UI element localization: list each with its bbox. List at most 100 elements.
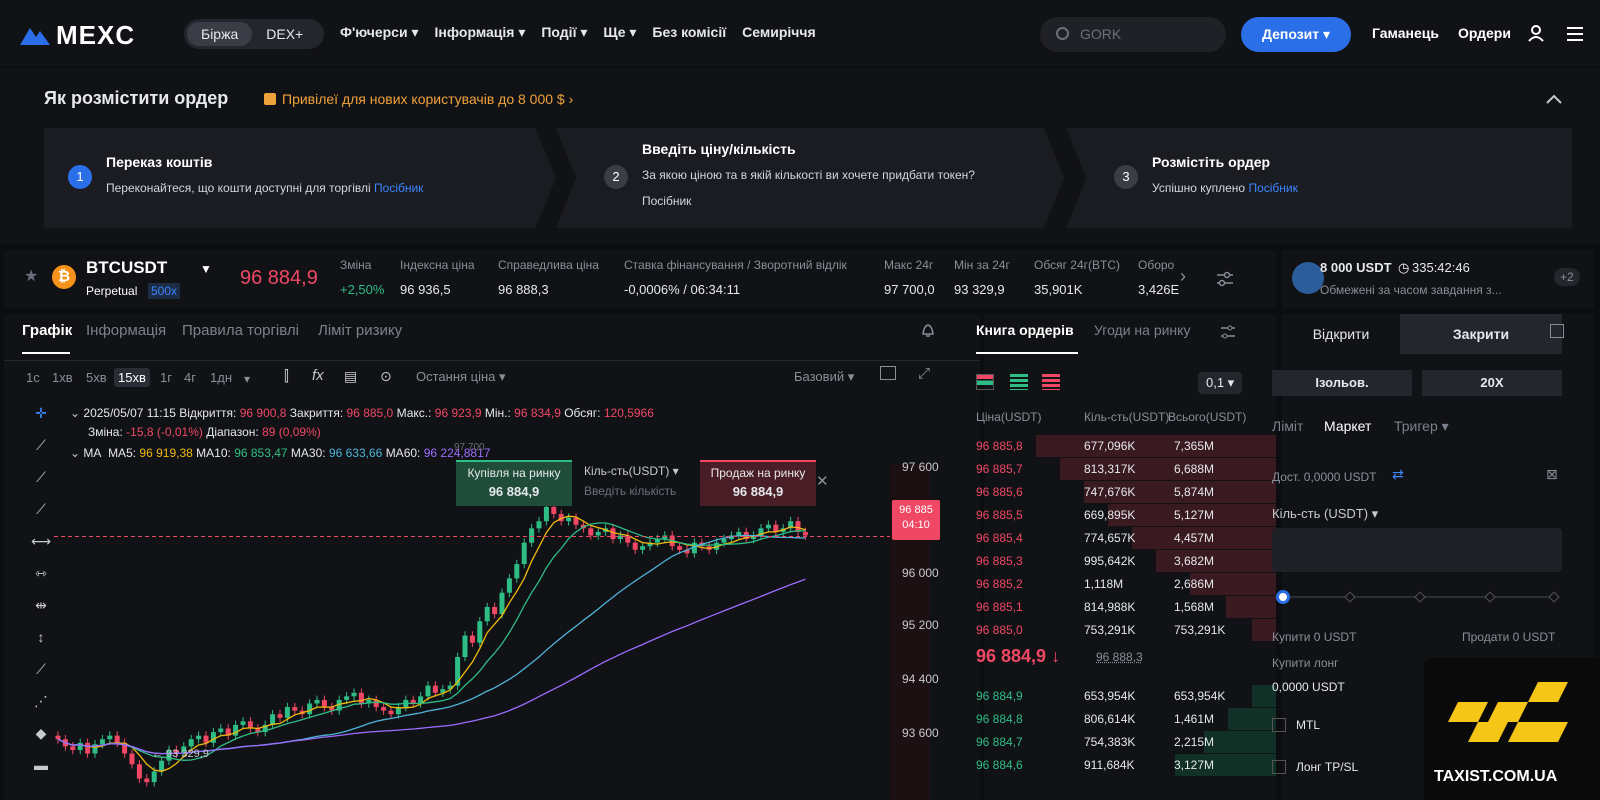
ask-row[interactable]: 96 885,1 814,988K 1,568M xyxy=(976,595,1276,619)
hline-tool-icon[interactable]: ⟷ xyxy=(28,528,54,554)
interval-option[interactable]: 4г xyxy=(180,368,200,387)
tab-open[interactable]: Відкрити xyxy=(1282,314,1400,354)
seg-exchange[interactable]: Біржа xyxy=(187,22,253,46)
chart-tab[interactable]: Інформація xyxy=(86,322,166,339)
qty-label[interactable]: Кіль-сть (USDT) ▾ xyxy=(1272,506,1378,522)
candle-type-icon[interactable]: ⫿ xyxy=(284,368,289,385)
nav-anniversary[interactable]: Семиріччя xyxy=(742,24,816,41)
camera-icon[interactable]: ⊙ xyxy=(380,368,392,385)
deposit-button[interactable]: Депозит ▾ xyxy=(1241,17,1351,52)
settings-sliders-icon[interactable] xyxy=(1216,270,1234,288)
qty-input[interactable] xyxy=(1272,528,1562,572)
slider-mark-100[interactable] xyxy=(1548,591,1560,603)
symbol-name[interactable]: BTCUSDT xyxy=(86,258,167,278)
seg-dex[interactable]: DEX+ xyxy=(252,22,317,46)
tab-market-trades[interactable]: Угоди на ринку xyxy=(1094,322,1190,338)
vline-tool-icon[interactable]: ↕ xyxy=(28,624,54,650)
interval-dropdown-icon[interactable]: ▾ xyxy=(244,372,250,386)
bid-row[interactable]: 96 884,9 653,954K 653,954K xyxy=(976,684,1276,708)
transfer-icon[interactable]: ⇄ xyxy=(1392,466,1404,483)
view-bids-icon[interactable] xyxy=(1010,374,1028,390)
interval-option[interactable]: 1с xyxy=(22,368,44,387)
slider-mark-25[interactable] xyxy=(1344,591,1356,603)
qty-box[interactable]: Кіль-сть(USDT) ▾ Введіть кількість xyxy=(576,460,696,506)
measure-tool-icon[interactable]: ⟋ xyxy=(28,656,54,682)
eraser-tool-icon[interactable]: ◆ xyxy=(28,720,54,746)
interval-option[interactable]: 15хв xyxy=(114,368,150,387)
chart-tab[interactable]: Правила торгівлі xyxy=(182,322,299,339)
chart-tab[interactable]: Ліміт ризику xyxy=(318,322,402,339)
interval-option[interactable]: 5хв xyxy=(82,368,111,387)
ask-row[interactable]: 96 885,7 813,317K 6,688M xyxy=(976,457,1276,481)
ray-tool-icon[interactable]: ⟋ xyxy=(28,464,54,490)
fullscreen-icon[interactable]: ⤢ xyxy=(918,365,930,382)
interval-option[interactable]: 1г xyxy=(156,368,176,387)
mexc-logo[interactable]: MEXC xyxy=(18,20,135,51)
bid-row[interactable]: 96 884,6 911,684K 3,127M xyxy=(976,753,1276,777)
layout-icon[interactable]: ▤ xyxy=(344,368,357,385)
tab-order-book[interactable]: Книга ордерів xyxy=(976,322,1074,338)
pattern-tool-icon[interactable]: ⋰ xyxy=(28,688,54,714)
chart-tab[interactable]: Графік xyxy=(22,322,72,339)
task-promo[interactable]: 8 000 USDT ◷ 335:42:46 Обмежені за часом… xyxy=(1282,250,1594,308)
slider-mark-50[interactable] xyxy=(1414,591,1426,603)
ask-row[interactable]: 96 885,6 747,676K 5,874M xyxy=(976,480,1276,504)
ask-row[interactable]: 96 885,2 1,118M 2,686M xyxy=(976,572,1276,596)
margin-mode-button[interactable]: Ізольов. xyxy=(1272,370,1412,396)
ask-row[interactable]: 96 885,4 774,657K 4,457M xyxy=(976,526,1276,550)
close-quick-order-icon[interactable]: ✕ xyxy=(816,472,829,490)
orders-link[interactable]: Ордери xyxy=(1458,25,1511,41)
type-limit[interactable]: Ліміт xyxy=(1272,418,1303,434)
view-asks-icon[interactable] xyxy=(1042,374,1060,390)
nav-no-fee[interactable]: Без комісії xyxy=(652,24,726,41)
nav-more[interactable]: Ще ▾ xyxy=(603,24,636,41)
menu-icon[interactable] xyxy=(1566,26,1584,42)
wallet-link[interactable]: Гаманець xyxy=(1372,25,1439,41)
favorite-star-icon[interactable]: ★ xyxy=(24,266,38,286)
interval-option[interactable]: 1хв xyxy=(48,368,77,387)
guide-link-3[interactable]: Посібник xyxy=(1248,181,1297,195)
symbol-dropdown-icon[interactable]: ▼ xyxy=(200,262,212,276)
leverage-button[interactable]: 20X xyxy=(1422,370,1562,396)
slider-handle[interactable] xyxy=(1276,590,1290,604)
mtl-checkbox[interactable] xyxy=(1272,718,1286,732)
ask-row[interactable]: 96 885,3 995,642K 3,682M xyxy=(976,549,1276,573)
indicators-icon[interactable]: fx xyxy=(312,367,324,384)
guide-link-1[interactable]: Посібник xyxy=(374,181,423,195)
fee-icon[interactable]: ⊠ xyxy=(1546,466,1558,483)
pitchfork-tool-icon[interactable]: ⇹ xyxy=(28,592,54,618)
nav-info[interactable]: Інформація ▾ xyxy=(434,24,525,41)
bid-row[interactable]: 96 884,7 754,383K 2,215M xyxy=(976,730,1276,754)
precision-select[interactable]: 0,1 ▾ xyxy=(1198,372,1243,394)
channel-tool-icon[interactable]: ⇿ xyxy=(28,560,54,586)
chart-style-select[interactable]: Базовий ▾ xyxy=(794,369,854,385)
collapse-icon[interactable] xyxy=(1545,93,1563,105)
user-icon[interactable] xyxy=(1527,24,1545,42)
nav-futures[interactable]: Ф'ючерси ▾ xyxy=(340,24,418,41)
market-switch[interactable]: Біржа DEX+ xyxy=(184,19,324,49)
bid-row[interactable]: 96 884,8 806,614K 1,461M xyxy=(976,707,1276,731)
crosshair-tool-icon[interactable]: ✛ xyxy=(28,400,54,426)
ticker-next-icon[interactable]: › xyxy=(1180,266,1186,287)
nav-events[interactable]: Події ▾ xyxy=(541,24,587,41)
trendline-tool-icon[interactable]: ⟋ xyxy=(28,432,54,458)
new-user-promo[interactable]: Привілеї для нових користувачів до 8 000… xyxy=(264,91,573,107)
interval-option[interactable]: 1дн xyxy=(206,368,236,387)
guide-link-2[interactable]: Посібник xyxy=(642,194,691,208)
brush-tool-icon[interactable]: ⟋ xyxy=(28,496,54,522)
tab-close[interactable]: Закрити xyxy=(1400,314,1562,354)
ask-row[interactable]: 96 885,5 669,895K 5,127M xyxy=(976,503,1276,527)
ask-row[interactable]: 96 885,0 753,291K 753,291K xyxy=(976,618,1276,642)
market-buy-box[interactable]: Купівля на ринку 96 884,9 xyxy=(456,460,572,506)
ask-row[interactable]: 96 885,8 677,096K 7,365M xyxy=(976,434,1276,458)
calculator-icon[interactable] xyxy=(1550,324,1564,338)
more-tools-icon[interactable]: ▬ xyxy=(28,752,54,778)
type-trigger[interactable]: Тригер ▾ xyxy=(1394,418,1449,435)
bell-icon[interactable] xyxy=(920,322,936,338)
search-input[interactable]: GORK xyxy=(1040,17,1226,52)
view-both-icon[interactable] xyxy=(976,374,994,390)
window-icon[interactable] xyxy=(880,366,896,380)
type-market[interactable]: Маркет xyxy=(1324,418,1371,434)
price-source-select[interactable]: Остання ціна ▾ xyxy=(416,369,506,385)
tpsl-checkbox[interactable] xyxy=(1272,760,1286,774)
